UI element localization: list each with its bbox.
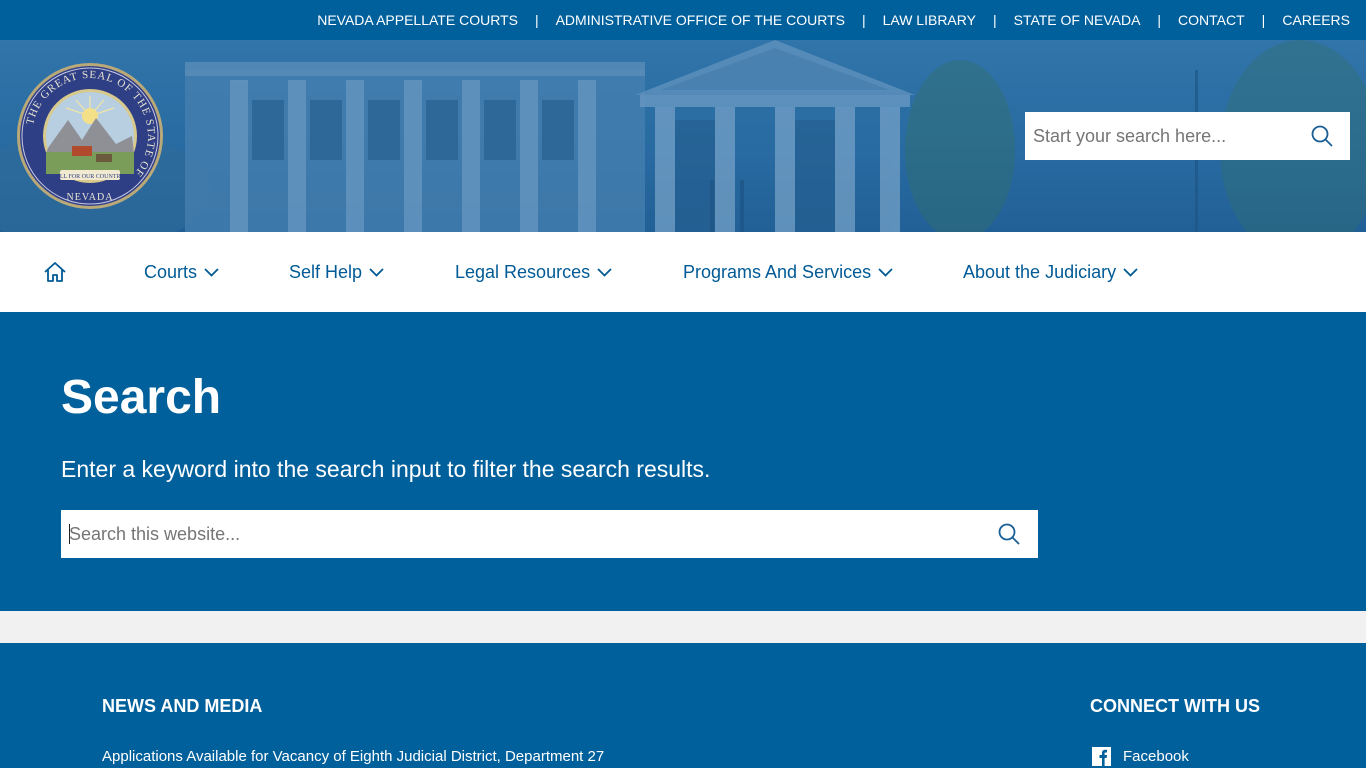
link-law-library[interactable]: LAW LIBRARY — [883, 12, 976, 28]
nav-item-label: About the Judiciary — [963, 261, 1117, 282]
search-description: Enter a keyword into the search input to… — [61, 456, 711, 482]
search-icon — [998, 523, 1020, 545]
link-appellate-courts[interactable]: NEVADA APPELLATE COURTS — [317, 12, 518, 28]
chevron-down-icon — [597, 267, 612, 277]
facebook-icon — [1092, 747, 1111, 766]
page-title: Search — [61, 371, 222, 424]
news-item-link[interactable]: Applications Available for Vacancy of Ei… — [102, 748, 604, 765]
nav-item-label: Legal Resources — [455, 261, 591, 282]
chevron-down-icon — [878, 267, 893, 277]
nav-item-self-help[interactable]: Self Help — [289, 232, 384, 312]
facebook-label: Facebook — [1123, 748, 1189, 765]
nav-home[interactable] — [43, 232, 67, 312]
header-search-button[interactable] — [1294, 112, 1350, 160]
hero-banner: THE GREAT SEAL OF THE STATE OF ALL FOR O… — [0, 40, 1366, 232]
nav-item-label: Self Help — [289, 261, 363, 282]
site-search-input[interactable] — [61, 510, 980, 558]
site-search-button[interactable] — [980, 510, 1038, 558]
link-contact[interactable]: CONTACT — [1178, 12, 1245, 28]
nav-item-courts[interactable]: Courts — [144, 232, 219, 312]
nav-item-label: Courts — [144, 261, 198, 282]
link-careers[interactable]: CAREERS — [1282, 12, 1350, 28]
separator: | — [1157, 12, 1162, 28]
search-section: Search Enter a keyword into the search i… — [0, 312, 1366, 611]
section-divider — [0, 611, 1366, 643]
link-state-of-nevada[interactable]: STATE OF NEVADA — [1014, 12, 1141, 28]
nevada-state-seal-logo[interactable]: THE GREAT SEAL OF THE STATE OF ALL FOR O… — [16, 62, 164, 210]
chevron-down-icon — [1123, 267, 1138, 277]
site-search-box — [61, 510, 1038, 558]
chevron-down-icon — [369, 267, 384, 277]
nav-item-about-the-judiciary[interactable]: About the Judiciary — [963, 232, 1138, 312]
nav-item-programs-and-services[interactable]: Programs And Services — [683, 232, 893, 312]
seal-state-name: NEVADA — [67, 192, 114, 203]
header-search-input[interactable] — [1025, 112, 1294, 160]
utility-bar: NEVADA APPELLATE COURTS | ADMINISTRATIVE… — [0, 0, 1366, 40]
chevron-down-icon — [204, 267, 219, 277]
footer: NEWS AND MEDIA Applications Available fo… — [0, 643, 1366, 768]
separator: | — [861, 12, 866, 28]
header-search-box — [1025, 112, 1350, 160]
search-icon — [1311, 125, 1333, 147]
seal-motto: ALL FOR OUR COUNTRY — [56, 174, 126, 180]
main-navigation: Courts Self Help Legal Resources Program… — [0, 232, 1366, 312]
text-cursor — [69, 524, 70, 544]
facebook-link[interactable]: Facebook — [1092, 747, 1189, 766]
separator: | — [1261, 12, 1266, 28]
link-admin-office[interactable]: ADMINISTRATIVE OFFICE OF THE COURTS — [556, 12, 845, 28]
separator: | — [534, 12, 539, 28]
separator: | — [992, 12, 997, 28]
nav-item-legal-resources[interactable]: Legal Resources — [455, 232, 612, 312]
news-heading: NEWS AND MEDIA — [102, 696, 263, 716]
home-icon — [44, 262, 66, 282]
connect-heading: CONNECT WITH US — [1090, 696, 1260, 716]
nav-item-label: Programs And Services — [683, 261, 872, 282]
